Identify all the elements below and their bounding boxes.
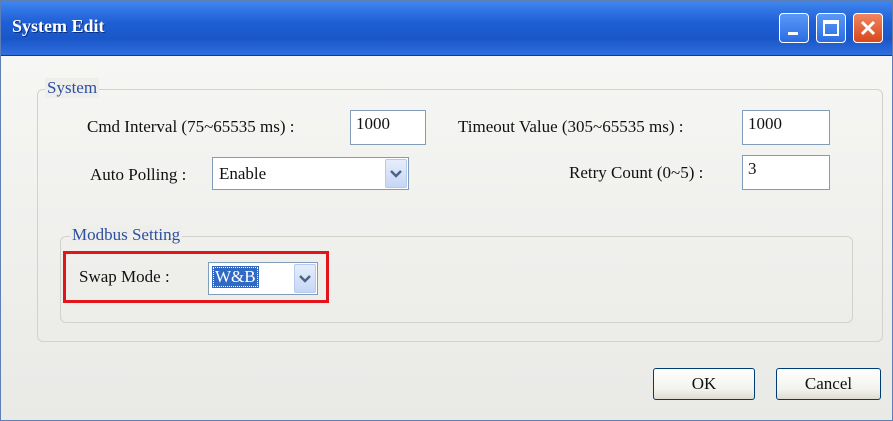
chevron-down-icon (390, 169, 402, 178)
close-icon (860, 20, 876, 36)
ok-button[interactable]: OK (653, 368, 755, 400)
auto-polling-value: Enable (219, 164, 267, 183)
modbus-setting-legend: Modbus Setting (70, 225, 183, 245)
system-edit-dialog: System Edit System Cmd Interval (75~6553… (0, 0, 893, 421)
system-group-legend: System (45, 78, 100, 98)
retry-count-input[interactable]: 3 (742, 155, 830, 190)
timeout-value-input[interactable]: 1000 (742, 110, 830, 145)
timeout-value-label: Timeout Value (305~65535 ms) : (458, 117, 684, 136)
auto-polling-dropdown-button[interactable] (385, 159, 407, 188)
maximize-button[interactable] (816, 13, 846, 43)
auto-polling-label: Auto Polling : (90, 165, 187, 184)
window-title: System Edit (12, 16, 105, 36)
minimize-icon (788, 32, 798, 35)
cmd-interval-input[interactable]: 1000 (350, 110, 426, 145)
close-button[interactable] (853, 13, 883, 43)
auto-polling-select[interactable]: Enable (212, 157, 409, 190)
maximize-icon (823, 20, 839, 36)
cancel-button[interactable]: Cancel (776, 368, 881, 400)
cmd-interval-label: Cmd Interval (75~65535 ms) : (87, 117, 295, 136)
minimize-button[interactable] (779, 13, 809, 43)
retry-count-label: Retry Count (0~5) : (569, 163, 704, 182)
title-bar[interactable]: System Edit (1, 1, 892, 56)
swap-mode-highlight-box (63, 251, 329, 303)
